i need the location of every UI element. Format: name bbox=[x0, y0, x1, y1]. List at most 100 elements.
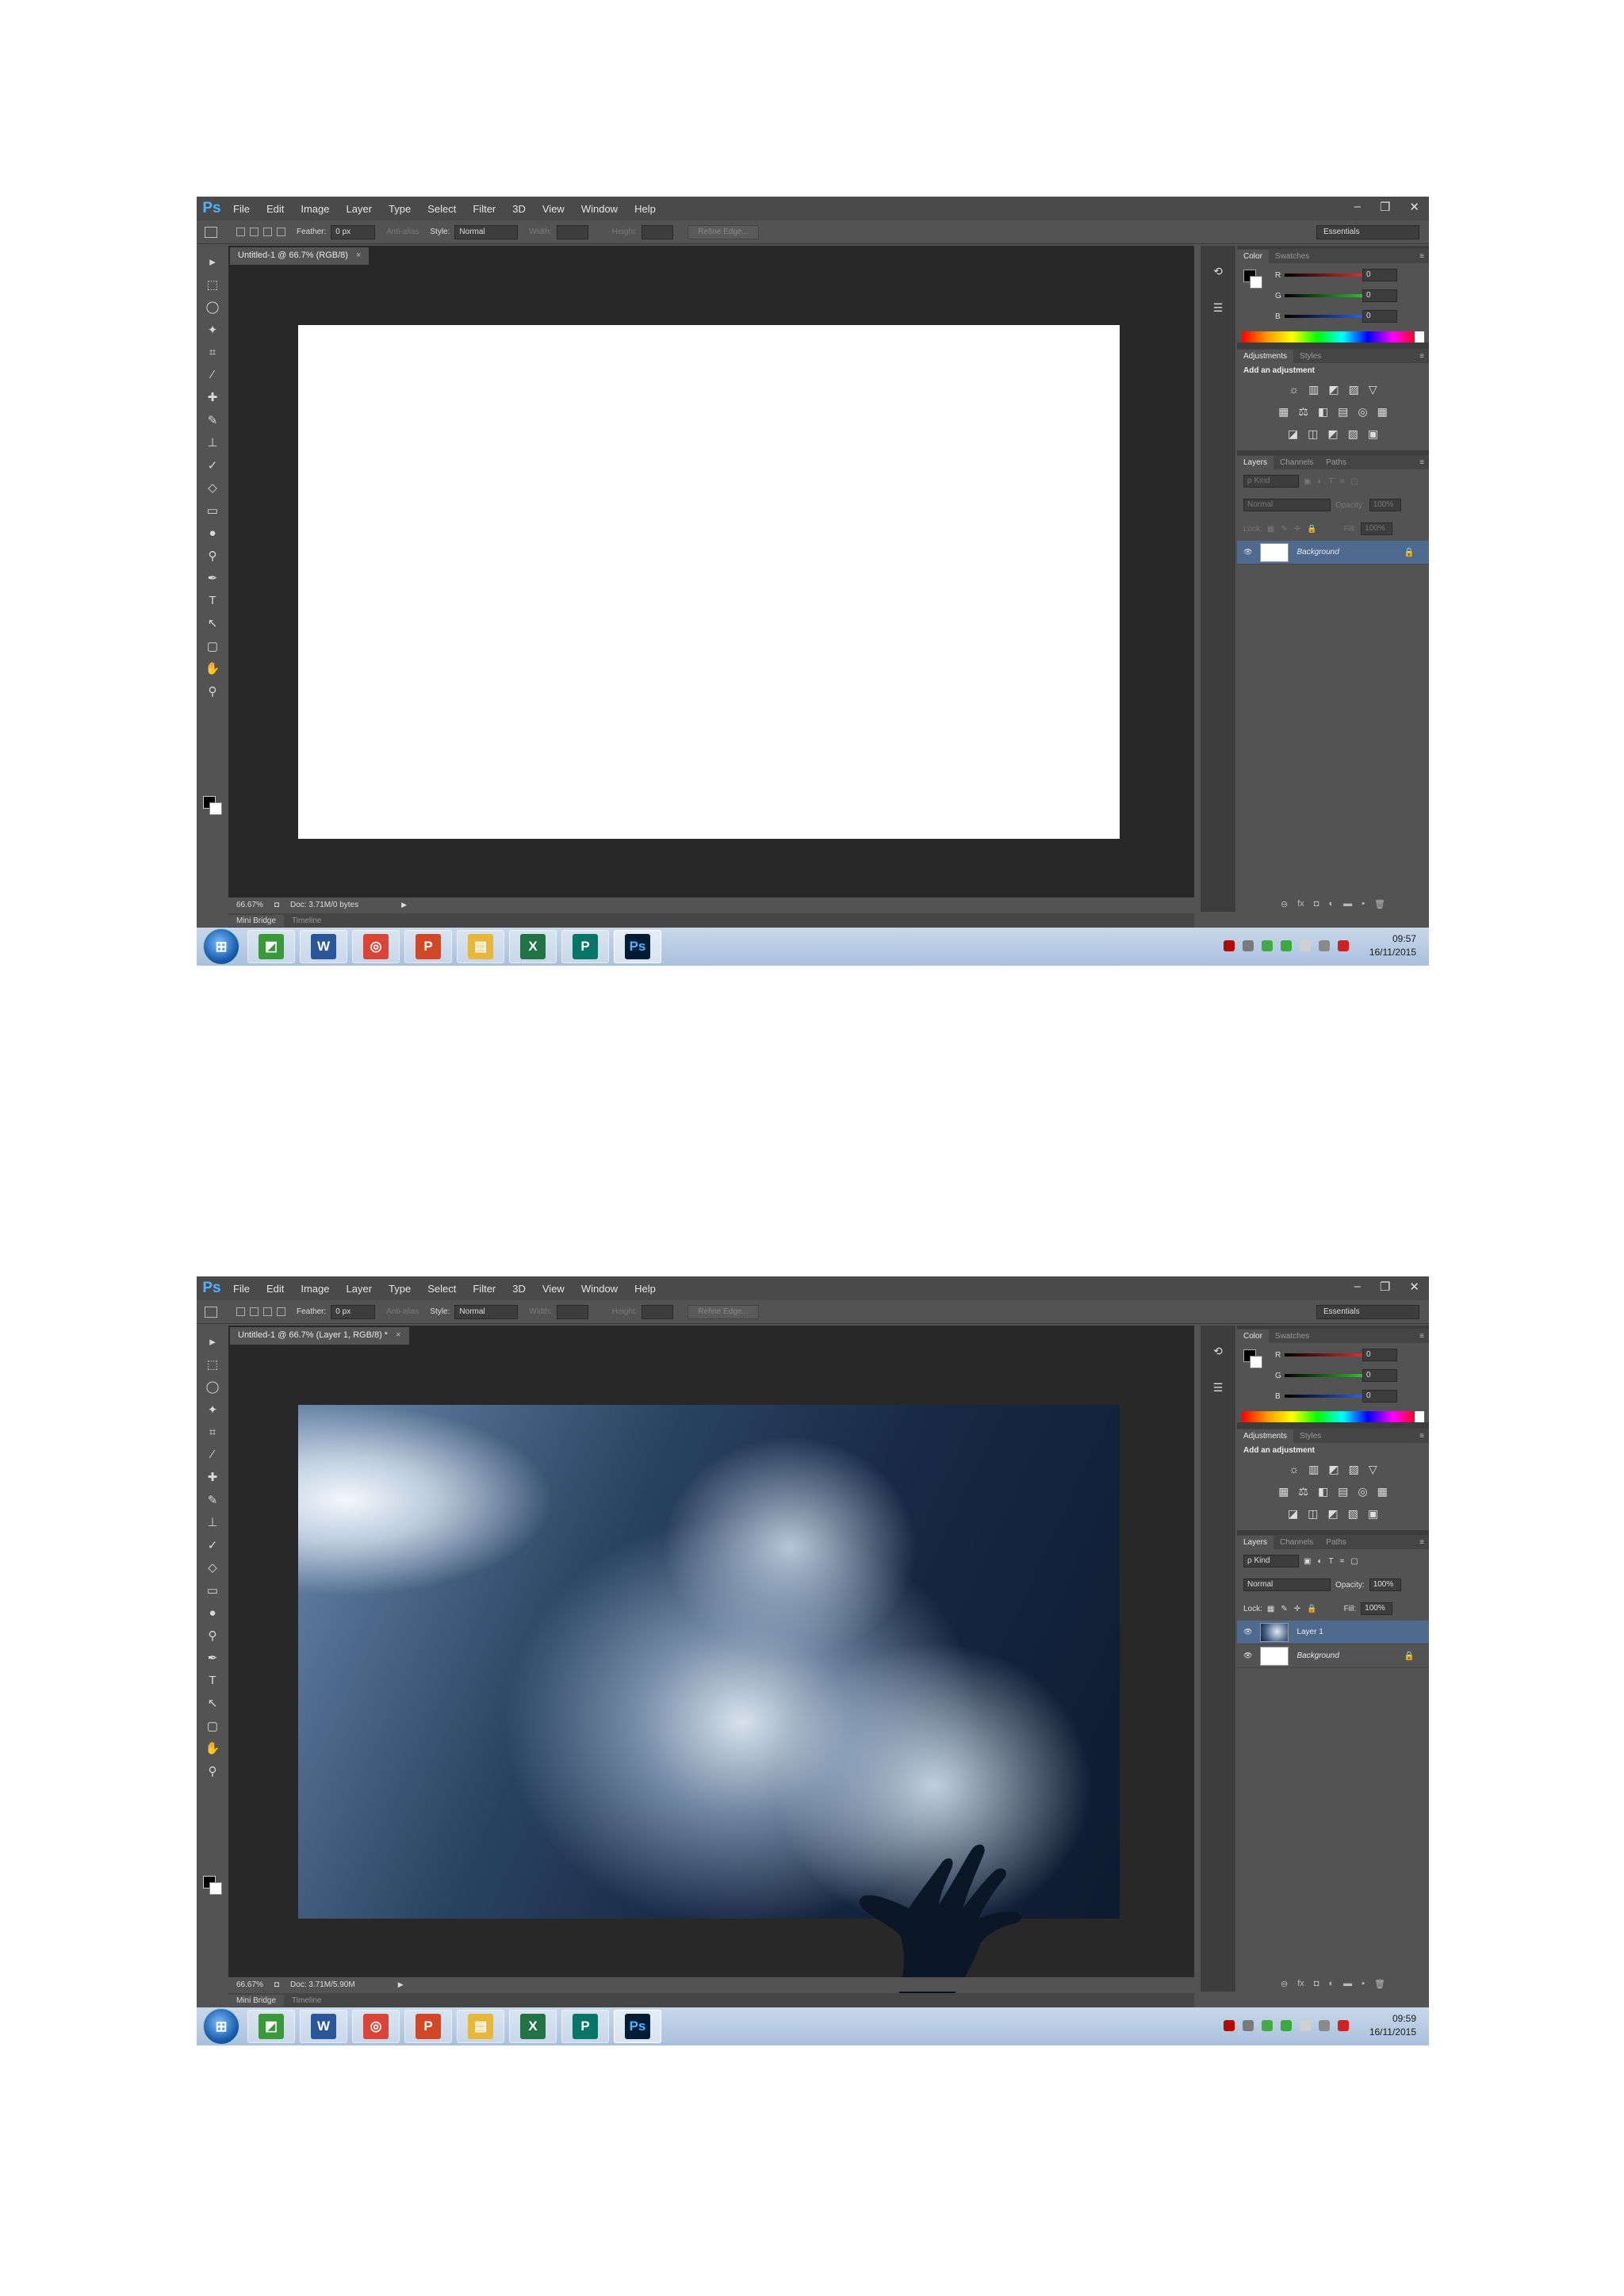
color-slider[interactable] bbox=[1285, 1374, 1364, 1377]
adjustment-icon[interactable]: ◩ bbox=[1327, 427, 1338, 441]
tab-adjustments[interactable]: Adjustments bbox=[1237, 349, 1294, 363]
tool-icon[interactable]: ◇ bbox=[197, 476, 228, 499]
marquee-tool-preset-icon[interactable] bbox=[205, 1306, 217, 1318]
layers-footer-icon[interactable]: ▪ bbox=[1362, 899, 1365, 909]
tool-icon[interactable]: ● bbox=[197, 1601, 228, 1624]
tab-timeline[interactable]: Timeline bbox=[284, 915, 329, 927]
adjustment-icon[interactable]: ◫ bbox=[1308, 427, 1318, 441]
lock-icon[interactable]: 🔒 bbox=[1404, 1651, 1415, 1661]
taskbar-photoshop-button[interactable]: Ps bbox=[614, 930, 661, 963]
tab-swatches[interactable]: Swatches bbox=[1269, 250, 1316, 263]
tab-timeline[interactable]: Timeline bbox=[284, 1995, 329, 2007]
blend-mode-select[interactable]: Normal bbox=[1243, 499, 1331, 511]
menu-view[interactable]: View bbox=[542, 1283, 565, 1295]
taskbar-publisher-button[interactable]: P bbox=[561, 930, 609, 963]
tool-icon[interactable]: ▢ bbox=[197, 635, 228, 658]
adjustment-icon[interactable]: ⚖ bbox=[1298, 1485, 1308, 1498]
opacity-input[interactable]: 100% bbox=[1369, 499, 1401, 511]
tool-icon[interactable]: T bbox=[197, 1670, 228, 1693]
clock[interactable]: 09:59 16/11/2015 bbox=[1369, 2012, 1416, 2039]
tab-styles[interactable]: Styles bbox=[1293, 350, 1327, 363]
tab-mini-bridge[interactable]: Mini Bridge bbox=[228, 1994, 285, 2007]
color-value-input[interactable]: 0 bbox=[1362, 1369, 1397, 1382]
menu-window[interactable]: Window bbox=[581, 203, 618, 215]
adjustment-icon[interactable]: ◪ bbox=[1288, 427, 1298, 441]
feather-input[interactable]: 0 px bbox=[331, 224, 376, 239]
filter-icons[interactable]: ▣◐T⌗▢ bbox=[1304, 1557, 1365, 1566]
background-color-swatch[interactable] bbox=[209, 1882, 222, 1895]
tool-icon[interactable]: ✋ bbox=[197, 657, 228, 680]
update-icon[interactable] bbox=[1280, 2020, 1292, 2031]
tool-icon[interactable]: ⊥ bbox=[197, 1511, 228, 1534]
error-icon[interactable] bbox=[1337, 2020, 1349, 2031]
taskbar-powerpoint-button[interactable]: P bbox=[404, 2010, 452, 2043]
tool-icon[interactable]: ✓ bbox=[197, 454, 228, 477]
close-button[interactable]: ✕ bbox=[1409, 200, 1419, 214]
adjustment-icon[interactable]: ▽ bbox=[1369, 383, 1377, 396]
color-value-input[interactable]: 0 bbox=[1362, 1390, 1397, 1402]
layers-footer-icon[interactable]: ▬ bbox=[1343, 899, 1352, 909]
fill-input[interactable]: 100% bbox=[1361, 522, 1393, 535]
taskbar-chrome-button[interactable]: ◎ bbox=[352, 2010, 400, 2043]
tool-icon[interactable]: ✚ bbox=[197, 1466, 228, 1489]
tool-icon[interactable]: ✒ bbox=[197, 1647, 228, 1670]
adjustment-icon[interactable]: ▦ bbox=[1377, 405, 1388, 419]
adjustment-icon[interactable]: ▥ bbox=[1308, 1463, 1319, 1476]
adjustment-icon[interactable]: ▤ bbox=[1338, 405, 1348, 419]
visibility-eye-icon[interactable]: 👁 bbox=[1243, 548, 1252, 557]
feather-input[interactable]: 0 px bbox=[331, 1304, 376, 1319]
tool-icon[interactable]: ✓ bbox=[197, 1534, 228, 1557]
tab-layers[interactable]: Layers bbox=[1237, 455, 1274, 469]
tool-icon[interactable]: ⚲ bbox=[197, 1760, 228, 1783]
layers-footer-icon[interactable]: ◐ bbox=[1328, 1979, 1334, 1988]
adjustment-icon[interactable]: ⚖ bbox=[1298, 405, 1308, 419]
adjustment-icon[interactable]: ◩ bbox=[1328, 383, 1339, 396]
menu-select[interactable]: Select bbox=[427, 203, 456, 215]
status-menu-arrow-icon[interactable]: ▶ bbox=[398, 1980, 404, 1989]
height-input[interactable] bbox=[642, 224, 674, 239]
close-tab-icon[interactable]: × bbox=[356, 251, 361, 262]
adjustment-icon[interactable]: ▧ bbox=[1348, 1507, 1358, 1521]
start-button[interactable]: ⊞ bbox=[203, 928, 239, 965]
adjustment-icon[interactable]: ◧ bbox=[1318, 405, 1328, 419]
style-select[interactable]: Normal bbox=[454, 224, 519, 239]
menu-image[interactable]: Image bbox=[301, 1283, 329, 1295]
add-selection-icon[interactable] bbox=[250, 228, 259, 236]
tool-icon[interactable]: ⚲ bbox=[197, 545, 228, 568]
restore-button[interactable]: ❐ bbox=[1380, 1280, 1390, 1294]
tool-icon[interactable]: ✎ bbox=[197, 409, 228, 432]
network-icon[interactable] bbox=[1242, 2020, 1254, 2031]
properties-icon[interactable]: ☰ bbox=[1207, 1376, 1229, 1399]
panel-menu-icon[interactable]: ≡ bbox=[1419, 1432, 1424, 1441]
tab-channels[interactable]: Channels bbox=[1274, 1536, 1320, 1549]
taskbar-photos-button[interactable]: ◩ bbox=[247, 2010, 295, 2043]
panel-menu-icon[interactable]: ≡ bbox=[1419, 1538, 1424, 1547]
tool-icon[interactable]: ⁄ bbox=[197, 364, 228, 387]
volume-icon[interactable] bbox=[1318, 2020, 1330, 2031]
style-select[interactable]: Normal bbox=[454, 1304, 519, 1319]
panel-menu-icon[interactable]: ≡ bbox=[1419, 458, 1424, 467]
tab-paths[interactable]: Paths bbox=[1320, 1536, 1353, 1549]
taskbar-word-button[interactable]: W bbox=[300, 930, 347, 963]
color-slider[interactable] bbox=[1285, 1395, 1364, 1398]
lock-icon[interactable]: 🔒 bbox=[1404, 547, 1415, 557]
network-icon[interactable] bbox=[1242, 940, 1254, 951]
menu-edit[interactable]: Edit bbox=[266, 203, 284, 215]
refine-edge-button[interactable]: Refine Edge... bbox=[688, 224, 759, 239]
adjustment-icon[interactable]: ▦ bbox=[1377, 1485, 1388, 1498]
opacity-input[interactable]: 100% bbox=[1369, 1578, 1401, 1591]
layers-footer-icon[interactable]: ◘ bbox=[1314, 899, 1320, 909]
tool-icon[interactable]: ▸ bbox=[197, 251, 228, 274]
acrobat-icon[interactable] bbox=[1223, 940, 1235, 951]
tool-icon[interactable]: ◯ bbox=[197, 1376, 228, 1399]
minimize-button[interactable]: – bbox=[1354, 1280, 1361, 1294]
tool-icon[interactable]: ▭ bbox=[197, 499, 228, 522]
tool-icon[interactable]: T bbox=[197, 590, 228, 613]
taskbar-excel-button[interactable]: X bbox=[509, 2010, 557, 2043]
color-spectrum[interactable] bbox=[1242, 1411, 1418, 1422]
panel-menu-icon[interactable]: ≡ bbox=[1419, 352, 1424, 361]
tool-icon[interactable]: ✦ bbox=[197, 1399, 228, 1422]
tool-icon[interactable]: ⁄ bbox=[197, 1444, 228, 1467]
tab-paths[interactable]: Paths bbox=[1320, 456, 1353, 469]
new-selection-icon[interactable] bbox=[236, 1307, 245, 1316]
